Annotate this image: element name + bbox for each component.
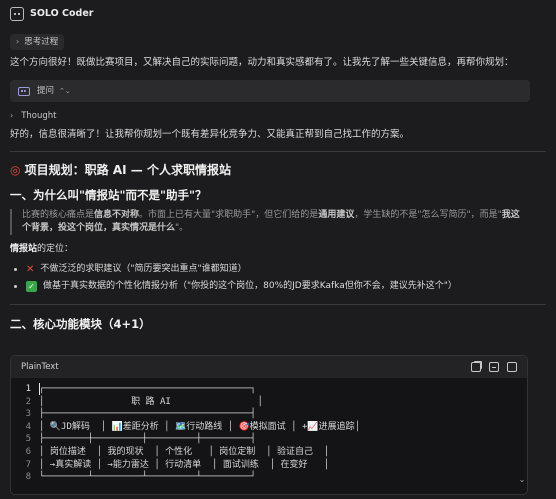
bullet-dot [14, 285, 17, 289]
code-line: │ 职 路 AI │ [39, 396, 263, 407]
line-number: 1 [25, 384, 31, 394]
list-item: ✓ 做基于真实数据的个性化情报分析（"你投的这个岗位，80%的JD要求Kafka… [14, 278, 546, 295]
app-title: SOLO Coder [30, 8, 94, 20]
quote-text: 比赛的核心痛点是 [22, 210, 95, 221]
section2-title: 二、核心功能模块（4+1） [10, 317, 151, 332]
code-line: │ →真实解读 │ →能力雷达 │ 行动清单 │ 面试训练 │ 在变好 │ [39, 459, 330, 470]
code-line: └────────┴─────────┴─────────┴─────────┘ [39, 472, 256, 483]
cross-icon: ✕ [26, 263, 35, 275]
plan-title-text: 项目规划：职路 AI — 个人求职情报站 [24, 163, 231, 178]
thinking-process-toggle[interactable]: › 思考过程 [10, 34, 65, 51]
positioning-label: 情报站的定位： [0, 243, 556, 256]
line-number: 2 [25, 396, 31, 407]
reply-text: 好的，信息很清晰了！让我帮你规划一个既有差异化竞争力、又能真正帮到自己找工作的方… [10, 129, 410, 141]
positioning-list: ✕ 不做泛泛的求职建议（"简历要突出重点"谁都知道） ✓ 做基于真实数据的个性化… [0, 261, 556, 295]
ask-question-box[interactable]: 提问 ⌃⌄ [10, 80, 530, 103]
app-header: SOLO Coder [0, 0, 556, 28]
code-line: ├────────┼─────────┼─────────┼─────────┤ [39, 434, 256, 445]
plan-title: ◎ 项目规划：职路 AI — 个人求职情报站 [0, 162, 556, 179]
code-language-label: PlainText [21, 361, 59, 372]
chevron-right-icon: › [10, 111, 14, 121]
quote-emphasis: 个背景，投这个岗位，真实情况是什么 [22, 223, 176, 234]
code-line: │ 🔍JD解码 │ 📊差距分析 │ 🗺️行动路线 │ 🎯模拟面试 │ +📈进展追… [39, 421, 360, 432]
question-icon [18, 86, 30, 96]
thought-label: Thought [21, 111, 57, 122]
code-block-header: PlainText [11, 356, 527, 378]
intro-text: 这个方向很好！既做比赛项目，又解决自己的实际问题，动力和真实感都有了。让我先了解… [10, 57, 514, 69]
code-actions [471, 362, 517, 372]
text-cursor [39, 383, 40, 395]
target-icon: ◎ [10, 163, 21, 178]
chevron-right-icon: › [16, 37, 20, 47]
code-line: ┌──────────────────────────────────────┐ [39, 384, 256, 394]
code-block: PlainText 1 2 3 4 5 6 7 8 ┌─────────────… [10, 355, 528, 495]
line-number-gutter: 1 2 3 4 5 6 7 8 [11, 383, 39, 484]
line-number: 4 [25, 421, 31, 432]
list-item: ✕ 不做泛泛的求职建议（"简历要突出重点"谁都知道） [14, 261, 546, 278]
divider [10, 304, 546, 306]
expand-icon[interactable] [507, 362, 517, 372]
quote-emphasis: 我这 [501, 210, 520, 221]
bullet-dot [14, 268, 17, 272]
divider [10, 151, 546, 153]
quote-text: ，学生缺的不是"怎么写简历"，而是" [354, 210, 502, 221]
list-item-text: 做基于真实数据的个性化情报分析（"你投的这个岗位，80%的JD要求Kafka但你… [43, 281, 457, 292]
quote-text: 。市面上已有大量"求职助手"，但它们给的是 [139, 210, 319, 221]
code-line: ├──────────────────────────────────────┤ [39, 409, 256, 420]
expand-collapse-icon[interactable]: ⌃⌄ [59, 86, 71, 96]
line-number: 5 [25, 434, 31, 445]
solo-coder-logo-icon [10, 7, 24, 21]
line-number: 3 [25, 409, 31, 420]
check-icon: ✓ [26, 281, 37, 293]
insert-icon[interactable] [489, 362, 499, 372]
section1-title: 一、为什么叫"情报站"而不是"助手"？ [10, 187, 207, 202]
line-number: 6 [25, 446, 31, 457]
quote-block: 比赛的核心痛点是信息不对称。市面上已有大量"求职助手"，但它们给的是通用建议，学… [10, 209, 546, 236]
code-lines: ┌──────────────────────────────────────┐… [39, 383, 527, 484]
quote-text: "。 [175, 223, 189, 234]
list-item-text: 不做泛泛的求职建议（"简历要突出重点"谁都知道） [40, 264, 247, 275]
thinking-process-label: 思考过程 [24, 37, 59, 47]
quote-emphasis: 通用建议 [318, 210, 355, 221]
quote-emphasis: 信息不对称 [94, 210, 140, 221]
ask-label: 提问 [37, 85, 55, 96]
positioning-rest: 的定位： [37, 244, 74, 255]
code-line: │ 岗位描述 │ 我的现状 │ 个性化 │ 岗位定制 │ 验证自己 │ [39, 446, 330, 457]
line-number: 8 [25, 472, 31, 483]
code-body[interactable]: 1 2 3 4 5 6 7 8 ┌───────────────────────… [11, 378, 527, 484]
positioning-bold: 情报站 [10, 244, 38, 255]
scroll-down-icon[interactable]: ⌄ [516, 474, 528, 486]
line-number: 7 [25, 459, 31, 470]
thought-toggle[interactable]: › Thought [0, 110, 556, 122]
copy-icon[interactable] [471, 362, 481, 372]
